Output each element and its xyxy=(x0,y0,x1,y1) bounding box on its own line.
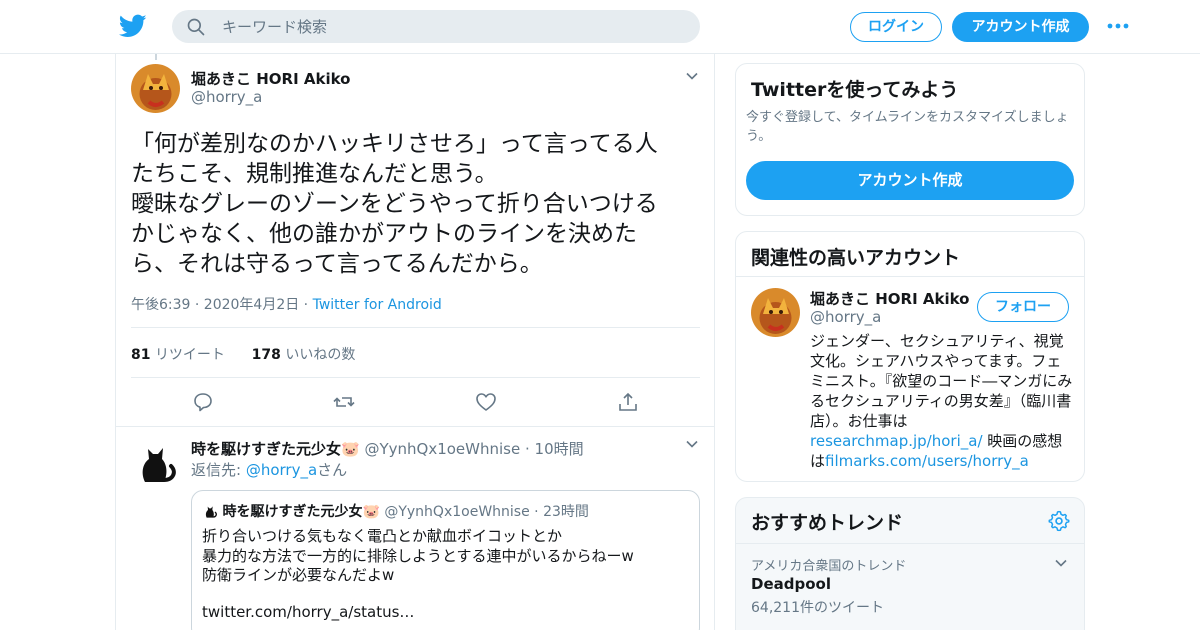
quoted-author-name: 時を駆けすぎた元少女🐷 xyxy=(222,504,380,520)
related-card-title: 関連性の高いアカウント xyxy=(751,247,961,269)
chevron-down-icon[interactable] xyxy=(684,436,700,452)
signup-card-title: Twitterを使ってみよう xyxy=(751,79,959,101)
tweet-time[interactable]: 午後6:39 · 2020年4月2日 xyxy=(131,297,299,313)
quoted-avatar xyxy=(205,506,217,518)
twitter-bird-icon[interactable] xyxy=(119,12,147,40)
chevron-down-icon[interactable] xyxy=(684,68,700,84)
signup-card: Twitterを使ってみよう 今すぐ登録して、タイムラインをカスタマイズしましょ… xyxy=(735,63,1085,216)
reply-header: 時を駆けすぎた元少女🐷 @YynhQx1oeWhnise · 10時間 xyxy=(191,438,584,459)
quoted-tweet-header: 時を駆けすぎた元少女🐷 @YynhQx1oeWhnise · 23時間 xyxy=(202,501,589,521)
reply-time[interactable]: 10時間 xyxy=(535,440,584,458)
retweet-count: 81 xyxy=(131,347,151,363)
signup-card-desc: 今すぐ登録して、タイムラインをカスタマイズしましょう。 xyxy=(746,110,1069,144)
more-icon[interactable] xyxy=(1106,16,1130,36)
reply-to-prefix: 返信先: xyxy=(191,461,246,479)
search-icon xyxy=(187,18,205,36)
avatar[interactable] xyxy=(131,438,179,486)
share-icon[interactable] xyxy=(616,390,640,414)
author-name[interactable]: 堀あきこ HORI Akiko xyxy=(191,68,351,89)
quoted-tweet-link[interactable]: twitter.com/horry_a/status… xyxy=(202,603,414,621)
reply-author-name[interactable]: 時を駆けすぎた元少女🐷 xyxy=(191,440,360,458)
quoted-tweet-text: 折り合いつける気もなく電凸とか献血ボイコットとか 暴力的な方法で一方的に排除しよ… xyxy=(202,527,634,584)
search-box[interactable] xyxy=(172,10,700,43)
thread-connector xyxy=(155,54,157,60)
trend-name[interactable]: Deadpool xyxy=(751,575,831,593)
divider xyxy=(131,327,700,328)
reply-to-handle-link[interactable]: @horry_a xyxy=(246,461,317,479)
divider xyxy=(736,276,1084,277)
avatar-image xyxy=(131,64,180,113)
retweet-icon[interactable] xyxy=(332,390,356,414)
related-handle[interactable]: @horry_a xyxy=(810,308,881,326)
tweet-meta: 午後6:39 · 2020年4月2日 · Twitter for Android xyxy=(131,294,442,314)
follow-button[interactable]: フォロー xyxy=(977,292,1069,322)
author-handle[interactable]: @horry_a xyxy=(191,88,262,106)
like-count: 178 xyxy=(251,347,281,363)
login-button[interactable]: ログイン xyxy=(850,12,942,42)
tweet-text: 「何が差別なのかハッキリさせろ」って言ってる人 たちこそ、規制推進なんだと思う。… xyxy=(131,131,658,277)
bio-link-researchmap[interactable]: researchmap.jp/hori_a/ xyxy=(810,432,983,450)
signup-button[interactable]: アカウント作成 xyxy=(952,12,1089,42)
search-input[interactable] xyxy=(222,10,682,43)
quoted-time: 23時間 xyxy=(543,504,589,520)
trends-title: おすすめトレンド xyxy=(751,512,904,534)
related-accounts-card: 関連性の高いアカウント 堀あきこ HORI Akiko @horry_a フォロ… xyxy=(735,231,1085,482)
reply-icon[interactable] xyxy=(191,390,215,414)
bio-link-filmarks[interactable]: filmarks.com/users/horry_a xyxy=(825,452,1029,470)
like-stat[interactable]: 178 いいねの数 xyxy=(252,347,356,363)
tweet-source-link[interactable]: Twitter for Android xyxy=(313,297,442,313)
reply-to-line: 返信先: @horry_aさん xyxy=(191,459,347,480)
retweet-label: リツイート xyxy=(154,347,225,363)
heart-icon[interactable] xyxy=(474,390,498,414)
chevron-down-icon[interactable] xyxy=(1053,555,1069,571)
bio-text: ジェンダー、セクシュアリティ、視覚文化。シェアハウスやってます。フェミニスト。『… xyxy=(810,332,1073,430)
retweet-stat[interactable]: 81 リツイート xyxy=(131,347,225,363)
meta-separator: · xyxy=(520,440,535,458)
top-bar: ログイン アカウント作成 xyxy=(0,0,1200,54)
meta-separator: · xyxy=(299,297,313,313)
like-label: いいねの数 xyxy=(285,347,356,363)
related-bio: ジェンダー、セクシュアリティ、視覚文化。シェアハウスやってます。フェミニスト。『… xyxy=(810,331,1074,471)
trend-count: 64,211件のツイート xyxy=(751,600,884,616)
reply-to-suffix: さん xyxy=(317,461,348,479)
gear-icon[interactable] xyxy=(1048,510,1070,532)
divider xyxy=(131,377,700,378)
quoted-tweet[interactable]: 時を駆けすぎた元少女🐷 @YynhQx1oeWhnise · 23時間 折り合い… xyxy=(191,490,700,630)
avatar-image xyxy=(751,288,800,337)
quoted-author-handle: @YynhQx1oeWhnise xyxy=(384,504,530,520)
reply-separator xyxy=(116,426,714,427)
signup-card-button[interactable]: アカウント作成 xyxy=(746,161,1074,200)
tweet-stats: 81 リツイート 178 いいねの数 xyxy=(131,344,355,364)
related-avatar[interactable] xyxy=(751,288,800,337)
tweet-column: 堀あきこ HORI Akiko @horry_a 「何が差別なのかハッキリさせろ… xyxy=(115,54,715,630)
related-name[interactable]: 堀あきこ HORI Akiko xyxy=(810,288,970,309)
trend-location: アメリカ合衆国のトレンド xyxy=(751,559,907,574)
meta-separator: · xyxy=(529,504,544,520)
trends-card: おすすめトレンド アメリカ合衆国のトレンド Deadpool 64,211件のツ… xyxy=(735,497,1085,630)
reply-author-handle[interactable]: @YynhQx1oeWhnise xyxy=(364,440,520,458)
avatar[interactable] xyxy=(131,64,180,113)
divider xyxy=(736,543,1084,544)
